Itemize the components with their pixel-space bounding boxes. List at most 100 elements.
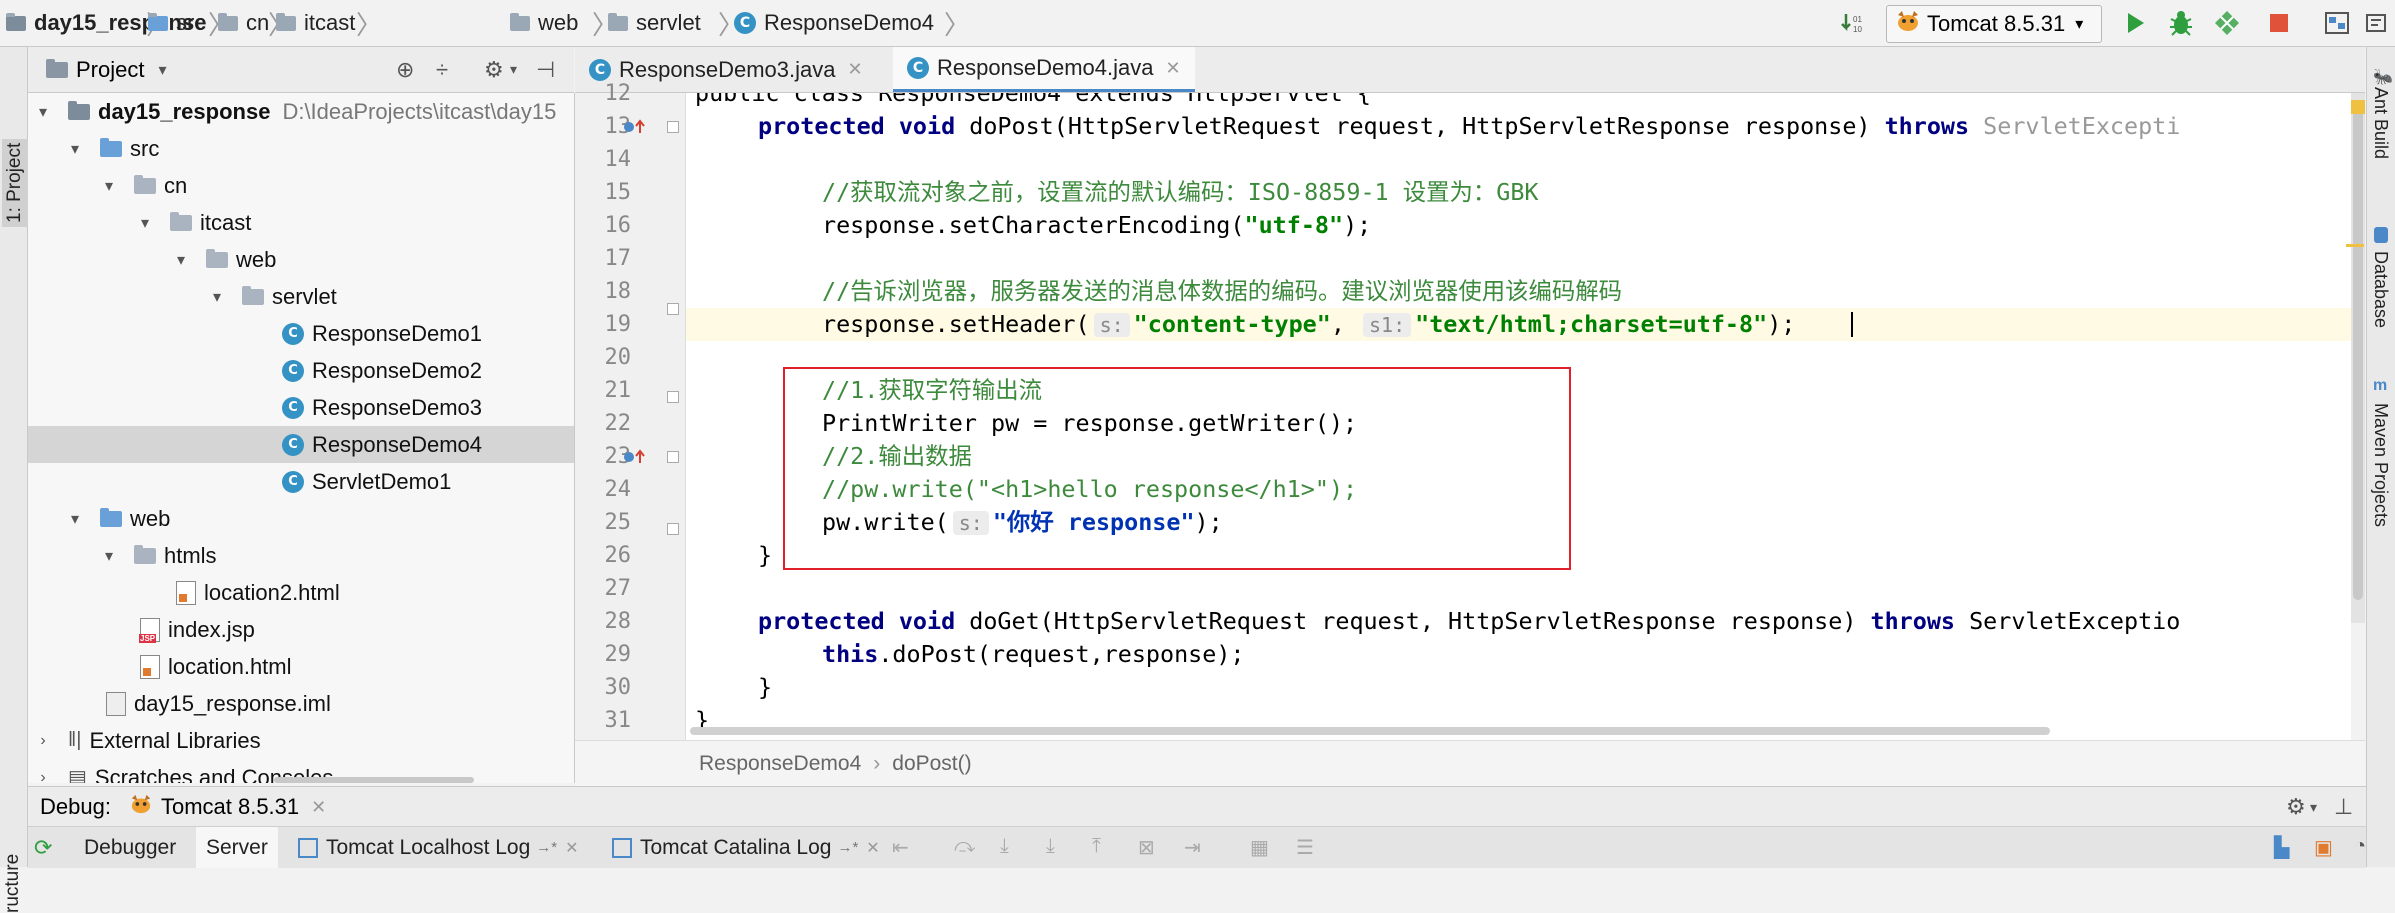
chevron-down-icon[interactable]: ▾	[158, 60, 166, 80]
chevron-right-icon[interactable]: ›	[32, 769, 54, 784]
close-icon[interactable]: ✕	[1165, 58, 1180, 79]
chevron-down-icon[interactable]: ▾	[170, 250, 192, 270]
structure-tool-window-button[interactable]: ructure	[2, 854, 24, 913]
chevron-down-icon[interactable]: ▾	[98, 176, 120, 196]
close-icon[interactable]: ✕	[866, 838, 879, 858]
tree-item-html-file[interactable]: location2.html	[28, 574, 340, 611]
breadcrumb-itcast[interactable]: itcast	[276, 0, 355, 46]
tree-item-web-folder[interactable]: ▾ web	[28, 500, 170, 537]
collapse-all-icon[interactable]: ÷	[436, 57, 448, 83]
restore-layout-icon[interactable]: ◔	[2354, 835, 2366, 858]
evaluate-expression-icon[interactable]: ▦	[1250, 835, 1269, 860]
database-tool-button[interactable]: Database	[2370, 251, 2391, 328]
run-configuration-dropdown[interactable]: Tomcat 8.5.31 ▾	[1886, 5, 2102, 43]
deploy-icon[interactable]: ▙	[2274, 835, 2289, 860]
ant-build-tool-button[interactable]: Ant Build	[2370, 87, 2391, 159]
tree-horizontal-scrollbar[interactable]	[274, 777, 474, 783]
breadcrumb-web[interactable]: web	[510, 0, 578, 46]
close-icon[interactable]: ✕	[847, 59, 862, 80]
update-icon[interactable]: ▣	[2314, 835, 2333, 860]
debug-label: Debug:	[40, 794, 111, 819]
tree-item-class[interactable]: C ResponseDemo1	[28, 315, 482, 352]
tree-item-cn[interactable]: ▾ cn	[28, 167, 187, 204]
tab-tomcat-catalina-log[interactable]: Tomcat Catalina Log →* ✕	[602, 827, 890, 868]
tree-item-html-file[interactable]: location.html	[28, 648, 292, 685]
tree-item-servlet[interactable]: ▾ servlet	[28, 278, 337, 315]
breadcrumb-class[interactable]: C ResponseDemo4	[734, 0, 934, 46]
left-tool-strip: 1: Project ructure	[0, 47, 28, 913]
stop-icon[interactable]	[2264, 8, 2294, 38]
chevron-down-icon[interactable]: ▾	[134, 213, 156, 233]
tree-item-class[interactable]: C ResponseDemo2	[28, 352, 482, 389]
gear-icon[interactable]: ⚙	[2286, 794, 2306, 820]
maven-projects-tool-button[interactable]: Maven Projects	[2370, 403, 2391, 527]
rerun-icon[interactable]: ⟳	[34, 835, 52, 861]
fold-icon[interactable]	[667, 391, 679, 403]
chevron-down-icon[interactable]: ▾	[510, 61, 517, 78]
run-to-cursor-icon[interactable]: ⇥	[1184, 835, 1201, 860]
chevron-down-icon[interactable]: ▾	[206, 287, 228, 307]
hide-panel-icon[interactable]: ⊥	[2334, 794, 2353, 820]
step-over-icon[interactable]: ⤼	[954, 835, 975, 858]
chevron-right-icon[interactable]: ›	[32, 732, 54, 750]
debug-session-tab[interactable]: Tomcat 8.5.31	[161, 794, 299, 820]
chevron-down-icon[interactable]: ▾	[64, 509, 86, 529]
debug-icon[interactable]	[2166, 8, 2196, 38]
editor-gutter[interactable]: 12 13 14 15 16 17 18 19 20 21 22 23 24 2…	[575, 81, 686, 740]
tree-item-module[interactable]: ▾ day15_response D:\IdeaProjects\itcast\…	[28, 93, 574, 130]
tree-item-external-libraries[interactable]: › ‖| External Libraries	[28, 722, 260, 759]
force-step-into-icon[interactable]: ⤓	[1046, 835, 1055, 858]
tab-responsedemo4[interactable]: C ResponseDemo4.java ✕	[893, 47, 1195, 92]
coverage-icon[interactable]	[2212, 8, 2242, 38]
chevron-down-icon[interactable]: ▾	[32, 102, 54, 122]
chevron-down-icon[interactable]: ▾	[98, 546, 120, 566]
locate-icon[interactable]: ⊕	[396, 57, 414, 83]
step-out-icon[interactable]: ⤒	[1092, 835, 1101, 858]
tree-item-class-selected[interactable]: C ResponseDemo4	[28, 426, 574, 463]
editor-vertical-scrollbar-thumb[interactable]	[2353, 100, 2363, 600]
override-method-icon[interactable]	[623, 449, 649, 470]
show-execution-point-icon[interactable]: ⇤	[892, 835, 909, 860]
override-method-icon[interactable]	[623, 119, 649, 140]
warning-marker-icon[interactable]	[2351, 100, 2365, 114]
project-structure-icon[interactable]	[2322, 8, 2352, 38]
project-tool-window-button[interactable]: 1: Project	[2, 138, 28, 227]
trace-icon[interactable]: ☰	[1296, 835, 1314, 860]
tree-item-iml-file[interactable]: day15_response.iml	[28, 685, 331, 722]
breadcrumb-method[interactable]: doPost()	[892, 752, 971, 776]
close-icon[interactable]: ✕	[311, 797, 326, 818]
tree-item-src[interactable]: ▾ src	[28, 130, 159, 167]
breadcrumb-cn[interactable]: cn	[218, 0, 269, 46]
build-icon[interactable]: 01 10	[1838, 8, 1868, 38]
run-icon[interactable]	[2120, 8, 2150, 38]
hide-panel-icon[interactable]: ⊣	[536, 57, 555, 83]
tab-server[interactable]: Server	[196, 827, 278, 868]
folder-icon	[134, 544, 156, 564]
breadcrumb-src[interactable]: src	[148, 0, 205, 46]
tab-tomcat-localhost-log[interactable]: Tomcat Localhost Log →* ✕	[288, 827, 589, 868]
tree-item-jsp-file[interactable]: index.jsp	[28, 611, 255, 648]
tab-debugger[interactable]: Debugger	[74, 827, 186, 868]
code-line-29: this.doPost(request,response);	[822, 638, 1245, 671]
breadcrumb-servlet[interactable]: servlet	[608, 0, 701, 46]
fold-icon[interactable]	[667, 303, 679, 315]
chevron-down-icon[interactable]: ▾	[64, 139, 86, 159]
fold-icon[interactable]	[667, 523, 679, 535]
error-stripe-marker[interactable]	[2346, 244, 2364, 247]
close-icon[interactable]: ✕	[565, 838, 578, 858]
gear-icon[interactable]: ⚙	[484, 57, 504, 83]
tree-item-class[interactable]: C ServletDemo1	[28, 463, 451, 500]
fold-icon[interactable]	[667, 451, 679, 463]
project-panel-title[interactable]: Project	[76, 57, 144, 83]
breadcrumb-class[interactable]: ResponseDemo4	[699, 752, 861, 776]
editor-horizontal-scrollbar[interactable]	[690, 727, 2050, 735]
chevron-down-icon[interactable]: ▾	[2310, 799, 2317, 816]
tree-item-class[interactable]: C ResponseDemo3	[28, 389, 482, 426]
drop-frame-icon[interactable]: ⊠	[1138, 835, 1155, 860]
settings-icon[interactable]	[2362, 8, 2392, 38]
tree-item-htmls[interactable]: ▾ htmls	[28, 537, 217, 574]
tree-item-itcast[interactable]: ▾ itcast	[28, 204, 251, 241]
tree-item-web-package[interactable]: ▾ web	[28, 241, 276, 278]
step-into-icon[interactable]: ⤓	[1000, 835, 1009, 858]
fold-icon[interactable]	[667, 121, 679, 133]
